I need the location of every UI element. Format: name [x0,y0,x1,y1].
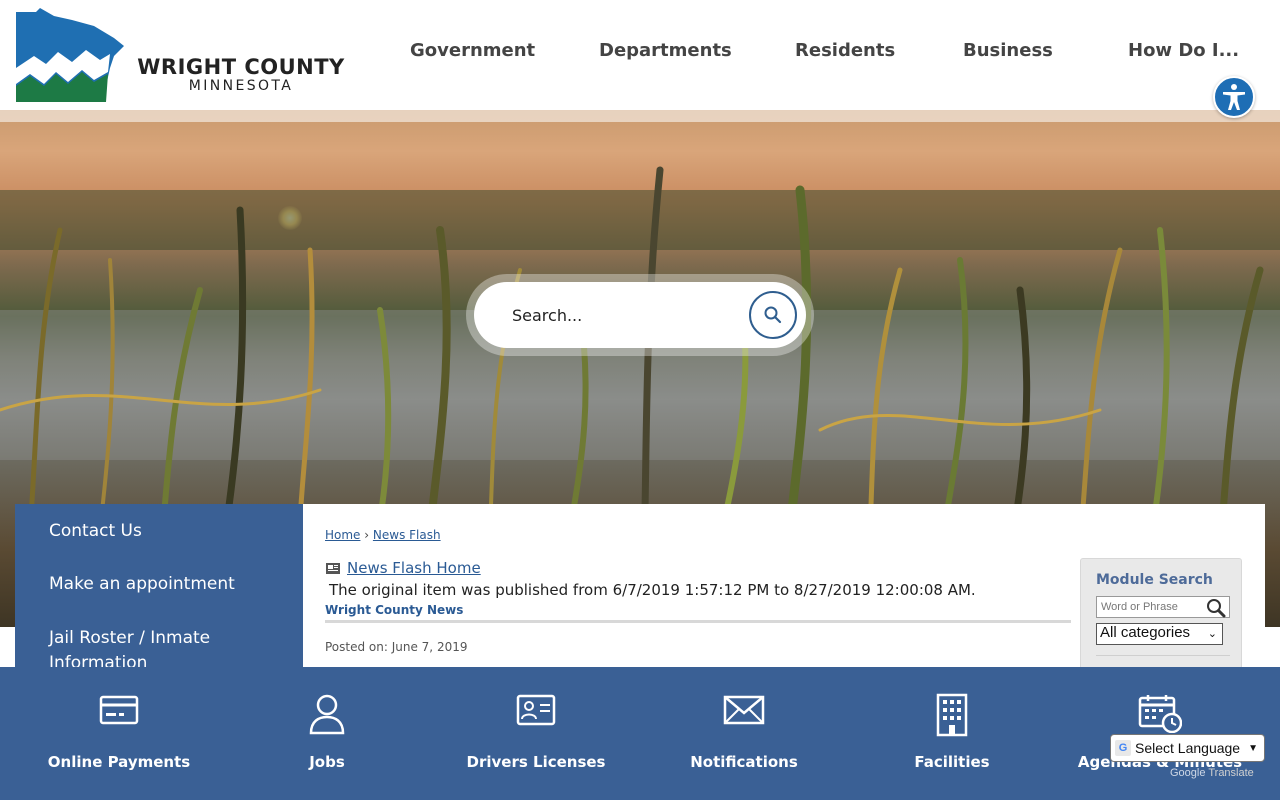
chevron-down-icon: ⌄ [1207,628,1217,640]
breadcrumb-home-link[interactable]: Home [325,528,360,542]
accessibility-button[interactable] [1213,76,1255,118]
module-search-panel: Module Search All categories ⌄ [1080,558,1242,678]
published-note: The original item was published from 6/7… [329,581,976,599]
hero-search-box [474,282,806,348]
search-icon [1207,599,1226,618]
nav-item-departments[interactable]: Departments [599,40,732,61]
google-wordmark: Google [1170,767,1206,779]
sidebar-item-make-appointment[interactable]: Make an appointment [49,572,289,597]
quick-link-label: Notifications [690,753,798,771]
sidebar-item-contact-us[interactable]: Contact Us [49,519,289,544]
credit-card-icon [99,693,139,732]
logo-subtitle: MINNESOTA [188,78,294,94]
nav-item-business[interactable]: Business [963,40,1053,61]
quick-link-label: Facilities [914,753,990,771]
search-icon [764,306,782,324]
main-nav: Government Departments Residents Busines… [380,40,1260,70]
id-card-icon [516,693,556,732]
category-divider [325,620,1071,623]
category-select[interactable]: All categories ⌄ [1096,623,1223,645]
module-search-title: Module Search [1096,572,1213,588]
quick-link-notifications[interactable]: Notifications [639,667,849,800]
module-divider [1096,655,1230,656]
accessibility-icon [1223,84,1245,110]
building-icon [934,693,970,742]
site-search-button[interactable] [749,291,797,339]
language-select[interactable]: G Select Language ▼ [1110,734,1265,762]
site-header: WRIGHT COUNTY MINNESOTA Government Depar… [0,0,1280,110]
main-content: Home › News Flash News Flash Home The or… [303,504,1265,678]
powered-by-google-translate: Google Translate [1170,767,1254,779]
news-flash-home: News Flash Home [325,559,481,577]
quick-link-online-payments[interactable]: Online Payments [14,667,224,800]
google-g-icon: G [1115,740,1131,756]
envelope-icon [723,693,765,732]
logo-wordmark: WRIGHT COUNTY MINNESOTA [116,56,366,94]
quick-link-drivers-licenses[interactable]: Drivers Licenses [431,667,641,800]
news-flash-home-link[interactable]: News Flash Home [347,559,481,577]
posted-date: Posted on: June 7, 2019 [325,640,468,654]
translate-wordmark: Translate [1208,767,1254,779]
quick-link-facilities[interactable]: Facilities [847,667,1057,800]
sidebar-nav: Contact Us Make an appointment Jail Rost… [15,504,303,674]
site-search-input[interactable] [512,300,732,330]
nav-item-residents[interactable]: Residents [795,40,895,61]
chevron-down-icon: ▼ [1248,742,1258,754]
breadcrumb-news-flash-link[interactable]: News Flash [373,528,441,542]
quick-link-label: Drivers Licenses [466,753,606,771]
person-icon [307,693,347,742]
nav-item-government[interactable]: Government [410,40,535,61]
logo-title: WRIGHT COUNTY [137,55,345,79]
quick-link-label: Jobs [309,753,345,771]
language-select-label: Select Language [1135,740,1241,756]
newspaper-icon [326,563,340,574]
module-search-button[interactable] [1205,598,1227,618]
category-select-value: All categories [1100,624,1191,641]
wright-county-logo[interactable]: WRIGHT COUNTY MINNESOTA [14,8,364,104]
calendar-clock-icon [1138,693,1183,738]
news-category: Wright County News [325,603,464,617]
breadcrumb: Home › News Flash [325,528,441,542]
quick-link-label: Online Payments [47,753,191,771]
breadcrumb-separator: › [364,528,370,542]
quick-links-bar: Online Payments Jobs Drivers Licenses No… [0,667,1280,800]
quick-link-jobs[interactable]: Jobs [222,667,432,800]
nav-item-how-do-i[interactable]: How Do I... [1128,40,1239,61]
